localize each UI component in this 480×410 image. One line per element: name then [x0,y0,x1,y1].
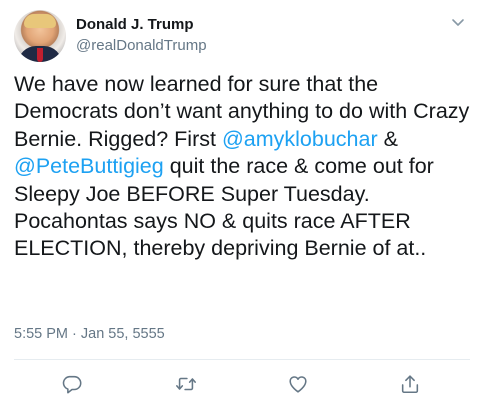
divider [14,359,470,360]
author-names: Donald J. Trump @realDonaldTrump [76,16,207,56]
tweet-text-segment: & [377,126,404,151]
tweet-timestamp[interactable]: 5:55 PM · Jan 55, 5555 [14,326,165,342]
retweet-icon [175,373,197,400]
avatar-hair [24,14,56,28]
tweet-header: Donald J. Trump @realDonaldTrump [14,10,466,66]
user-handle[interactable]: @realDonaldTrump [76,36,207,56]
like-button[interactable] [284,372,312,400]
chevron-down-icon[interactable] [450,14,466,30]
reply-button[interactable] [58,372,86,400]
tweet-text: We have now learned for sure that the De… [14,71,470,263]
avatar[interactable] [14,10,66,62]
mention-link-amyklobuchar[interactable]: @amyklobuchar [222,127,378,151]
action-bar [0,372,480,400]
share-icon [399,373,421,400]
display-name[interactable]: Donald J. Trump [76,16,207,34]
retweet-button[interactable] [172,372,200,400]
share-button[interactable] [396,372,424,400]
reply-icon [61,373,83,400]
mention-link-petebuttigieg[interactable]: @PeteButtigieg [14,154,164,178]
heart-icon [287,373,309,400]
avatar-tie [37,48,43,62]
